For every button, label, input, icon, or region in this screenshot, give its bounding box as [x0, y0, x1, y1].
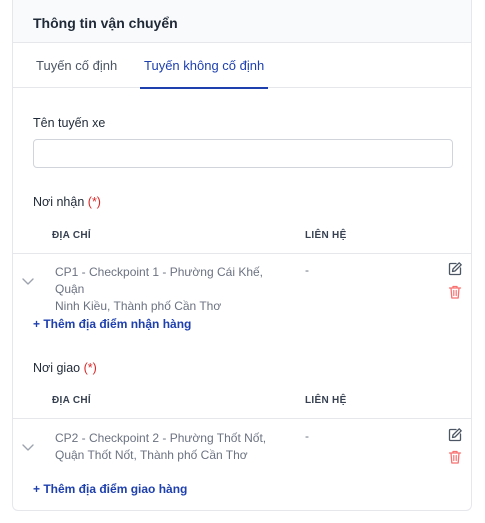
- delivery-contact-header: LIÊN HỆ: [305, 395, 347, 406]
- route-name-label: Tên tuyến xe: [33, 116, 106, 130]
- card-header: Thông tin vận chuyển: [13, 0, 471, 43]
- edit-icon[interactable]: [447, 427, 463, 443]
- add-delivery-location-link[interactable]: + Thêm địa điểm giao hàng: [33, 482, 187, 496]
- tab-fixed-route[interactable]: Tuyến cố định: [32, 43, 121, 88]
- delivery-row-address-line2: Quận Thốt Nốt, Thành phố Cần Thơ: [55, 448, 248, 462]
- delivery-row-address: CP2 - Checkpoint 2 - Phường Thốt Nốt, Qu…: [55, 430, 295, 464]
- pickup-row-address-line2: Ninh Kiều, Thành phố Cần Thơ: [55, 299, 222, 313]
- trash-icon[interactable]: [447, 449, 463, 465]
- delivery-address-header: ĐỊA CHỈ: [52, 395, 91, 406]
- delivery-table-divider: [13, 418, 471, 419]
- pickup-address-header: ĐỊA CHỈ: [52, 230, 91, 241]
- delivery-label-text: Nơi giao: [33, 361, 81, 375]
- delivery-required-mark: (*): [83, 361, 97, 375]
- add-pickup-location-link[interactable]: + Thêm địa điểm nhận hàng: [33, 317, 191, 331]
- pickup-row-contact: -: [305, 263, 309, 277]
- pickup-label: Nơi nhận (*): [33, 195, 101, 209]
- shipping-info-card: Thông tin vận chuyển Tuyến cố định Tuyến…: [12, 0, 472, 511]
- pickup-table-divider: [13, 253, 471, 254]
- pickup-row-address: CP1 - Checkpoint 1 - Phường Cái Khế, Quậ…: [55, 264, 295, 315]
- chevron-down-icon[interactable]: [21, 440, 35, 454]
- delivery-row-address-line1: CP2 - Checkpoint 2 - Phường Thốt Nốt,: [55, 431, 267, 445]
- tab-non-fixed-route[interactable]: Tuyến không cố định: [140, 43, 269, 89]
- delivery-row-contact: -: [305, 429, 309, 443]
- route-name-input[interactable]: [33, 139, 453, 168]
- edit-icon[interactable]: [447, 261, 463, 277]
- pickup-label-text: Nơi nhận: [33, 195, 85, 209]
- trash-icon[interactable]: [447, 284, 463, 300]
- card-title: Thông tin vận chuyển: [33, 15, 178, 31]
- pickup-row-address-line1: CP1 - Checkpoint 1 - Phường Cái Khế, Quậ…: [55, 265, 264, 296]
- pickup-contact-header: LIÊN HỆ: [305, 230, 347, 241]
- pickup-required-mark: (*): [87, 195, 101, 209]
- route-type-tabs: Tuyến cố định Tuyến không cố định: [13, 43, 471, 89]
- delivery-label: Nơi giao (*): [33, 361, 97, 375]
- chevron-down-icon[interactable]: [21, 274, 35, 288]
